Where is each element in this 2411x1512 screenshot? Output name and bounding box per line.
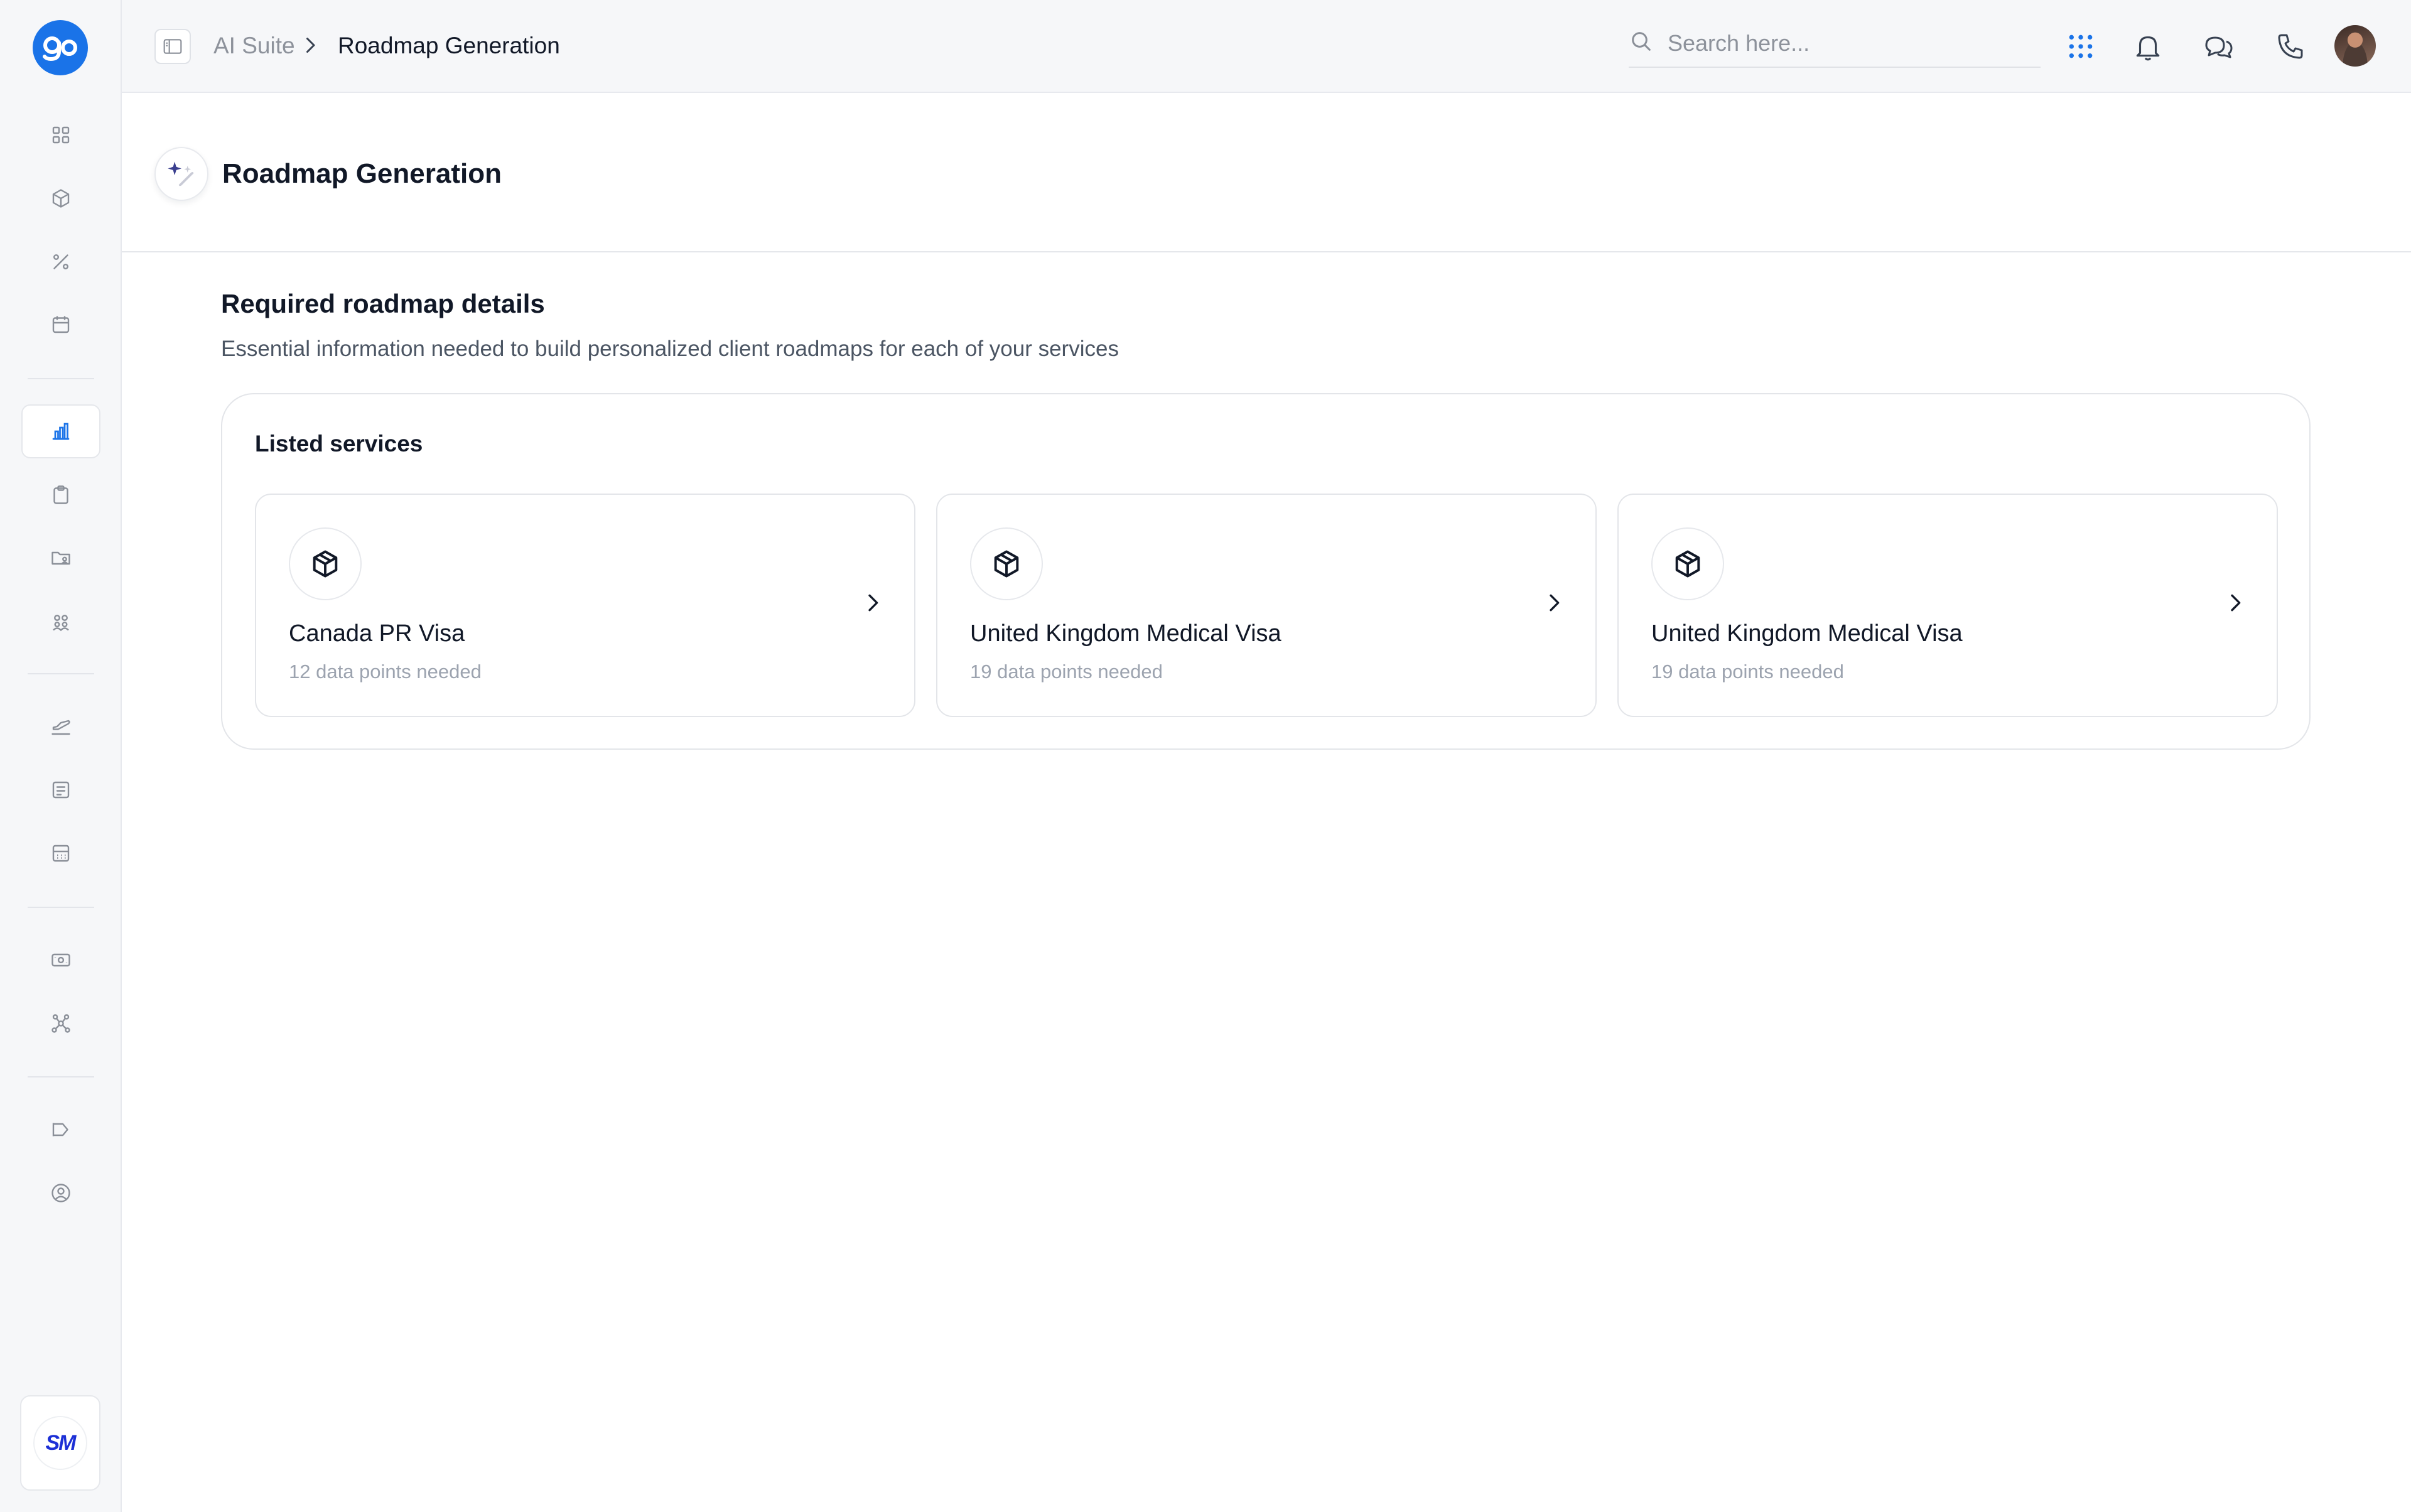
sidebar-toggle-icon (163, 39, 182, 54)
ai-sparkle-icon (154, 147, 208, 201)
sidebar-divider (28, 673, 94, 674)
user-circle-icon (51, 1184, 70, 1202)
service-card[interactable]: United Kingdom Medical Visa 19 data poin… (1617, 494, 2278, 717)
sidebar-item-calendar[interactable] (21, 298, 100, 352)
workspace-badge: SM (33, 1416, 87, 1470)
box-icon (52, 189, 70, 208)
search-icon (1629, 29, 1654, 54)
percent-icon (53, 254, 69, 270)
folder-user-icon (51, 551, 70, 565)
chevron-right-icon (1545, 590, 1563, 615)
page-header: Roadmap Generation (122, 94, 2411, 252)
notifications-button[interactable] (2129, 28, 2167, 65)
go-logo-icon (43, 36, 77, 62)
service-data-points: 19 data points needed (1651, 661, 1844, 683)
network-icon (51, 1014, 70, 1033)
package-icon (970, 527, 1043, 600)
service-card[interactable]: Canada PR Visa 12 data points needed (255, 494, 915, 717)
calculator-icon (52, 845, 70, 862)
sidebar-item-documents[interactable] (21, 763, 100, 817)
page-title: Roadmap Generation (222, 158, 502, 189)
service-card[interactable]: United Kingdom Medical Visa 19 data poin… (936, 494, 1597, 717)
grid-icon (52, 126, 70, 144)
sidebar-item-dashboard[interactable] (21, 108, 100, 162)
sidebar-item-travel[interactable] (21, 699, 100, 753)
service-data-points: 19 data points needed (970, 661, 1163, 683)
service-name: United Kingdom Medical Visa (970, 620, 1281, 647)
sidebar-item-calculator[interactable] (21, 826, 100, 880)
avatar[interactable] (2334, 25, 2376, 67)
sidebar-item-ai-suite[interactable] (21, 404, 100, 458)
search-input[interactable] (1668, 26, 2032, 60)
clipboard-icon (53, 485, 68, 504)
service-data-points: 12 data points needed (289, 661, 482, 683)
plane-icon (51, 720, 70, 735)
sidebar-item-marketing[interactable] (21, 1103, 100, 1157)
bell-icon (2136, 36, 2160, 61)
listed-services-panel: Listed services Canada PR Visa 12 data p… (221, 393, 2311, 750)
breadcrumb-parent[interactable]: AI Suite (213, 33, 295, 59)
document-icon (52, 781, 70, 799)
banknote-icon (51, 953, 70, 967)
sidebar-item-tasks[interactable] (21, 468, 100, 522)
chat-icon (2205, 36, 2233, 58)
chevron-right-icon (864, 590, 882, 615)
sidebar-item-integrations[interactable] (21, 996, 100, 1050)
calendar-icon (52, 316, 70, 333)
panel-title: Listed services (255, 431, 423, 456)
top-bar: AI Suite Roadmap Generation (122, 0, 2411, 93)
breadcrumb-current: Roadmap Generation (338, 33, 560, 58)
service-name: Canada PR Visa (289, 620, 465, 647)
sidebar-item-account[interactable] (21, 1166, 100, 1220)
sidebar: SM (0, 0, 122, 1512)
sidebar-item-client-files[interactable] (21, 531, 100, 585)
sidebar-item-services[interactable] (21, 171, 100, 225)
phone-icon (2278, 34, 2303, 59)
sidebar-divider (28, 1076, 94, 1077)
search-box (1629, 24, 2041, 68)
team-icon (53, 615, 69, 632)
package-icon (289, 527, 362, 600)
messages-button[interactable] (2200, 28, 2238, 65)
sidebar-divider (28, 378, 94, 379)
app-logo[interactable] (33, 20, 88, 75)
sidebar-item-offers[interactable] (21, 235, 100, 289)
chevron-right-icon (303, 34, 318, 57)
apps-grid-button[interactable] (2062, 28, 2100, 65)
call-button[interactable] (2272, 28, 2309, 65)
section-subtitle: Essential information needed to build pe… (221, 337, 1119, 361)
megaphone-icon (52, 1123, 68, 1137)
bar-chart-icon (52, 423, 70, 440)
sidebar-item-team[interactable] (21, 595, 100, 649)
service-name: United Kingdom Medical Visa (1651, 620, 1963, 647)
workspace-switcher[interactable]: SM (20, 1395, 100, 1491)
chevron-right-icon (2226, 590, 2244, 615)
apps-grid-icon (2069, 35, 2093, 58)
package-icon (1651, 527, 1724, 600)
sidebar-toggle-button[interactable] (154, 29, 191, 64)
sidebar-item-payments[interactable] (21, 933, 100, 987)
section-title: Required roadmap details (221, 289, 545, 318)
sidebar-divider (28, 907, 94, 908)
